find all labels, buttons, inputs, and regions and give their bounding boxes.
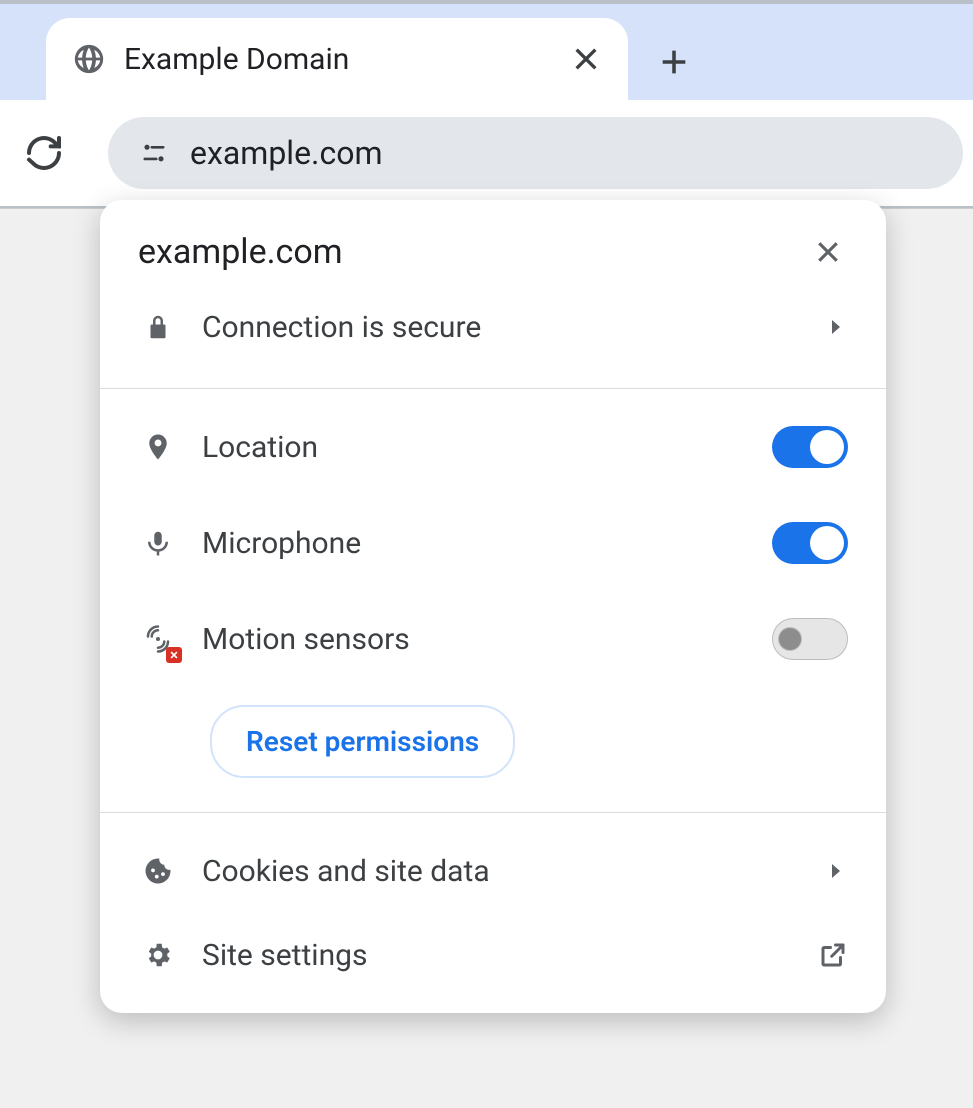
reload-button[interactable] (20, 129, 68, 177)
toolbar: example.com (0, 100, 973, 208)
browser-tab[interactable]: Example Domain (46, 18, 628, 100)
new-tab-button[interactable] (646, 34, 702, 90)
site-info-title: example.com (138, 232, 808, 272)
motion-sensors-icon (138, 619, 178, 659)
globe-icon (72, 42, 106, 76)
permission-label: Microphone (202, 526, 772, 561)
site-info-popup: example.com Connection is secure Locatio… (100, 200, 886, 1013)
microphone-toggle[interactable] (772, 522, 848, 564)
permission-label: Location (202, 430, 772, 465)
tab-title: Example Domain (124, 42, 560, 77)
location-icon (138, 427, 178, 467)
tune-icon[interactable] (138, 137, 170, 169)
cookie-icon (138, 851, 178, 891)
address-bar[interactable]: example.com (108, 117, 963, 189)
tab-strip: Example Domain (0, 0, 973, 100)
motion-sensors-toggle[interactable] (772, 618, 848, 660)
close-popup-button[interactable] (808, 232, 848, 272)
gear-icon (138, 935, 178, 975)
external-link-icon (818, 940, 848, 970)
chevron-right-icon (824, 859, 848, 883)
blocked-badge-icon (166, 647, 182, 663)
site-settings-label: Site settings (202, 938, 818, 973)
location-toggle[interactable] (772, 426, 848, 468)
lock-icon (138, 307, 178, 347)
site-settings-row[interactable]: Site settings (138, 913, 848, 997)
cookies-label: Cookies and site data (202, 854, 824, 889)
permission-location: Location (138, 407, 848, 487)
address-bar-text: example.com (190, 134, 383, 172)
connection-secure-label: Connection is secure (202, 310, 824, 345)
reset-permissions-button[interactable]: Reset permissions (210, 705, 515, 778)
microphone-icon (138, 523, 178, 563)
permission-microphone: Microphone (138, 503, 848, 583)
connection-secure-row[interactable]: Connection is secure (138, 292, 848, 362)
cookies-row[interactable]: Cookies and site data (138, 829, 848, 913)
permission-label: Motion sensors (202, 622, 772, 657)
chevron-right-icon (824, 315, 848, 339)
permission-motion-sensors: Motion sensors (138, 599, 848, 679)
permissions-list: Location Microphone Motion sensors (100, 389, 886, 679)
close-tab-button[interactable] (570, 43, 602, 75)
